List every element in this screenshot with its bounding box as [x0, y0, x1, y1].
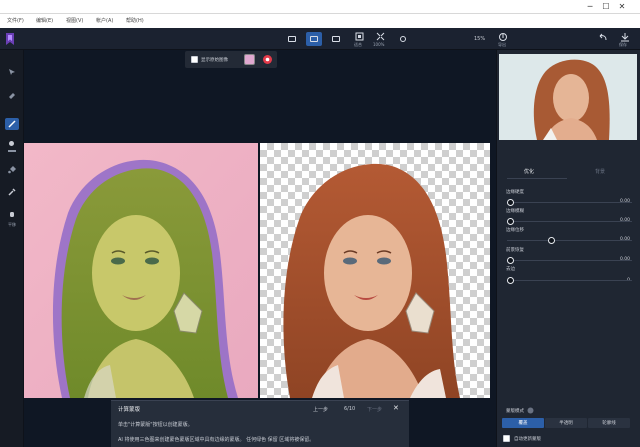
minimize-button[interactable]: ─ [584, 2, 596, 12]
eraser-tool[interactable] [5, 90, 19, 102]
show-original-checkbox[interactable] [191, 56, 198, 63]
hand-icon [10, 212, 14, 217]
save-icon[interactable] [620, 32, 630, 42]
original-image-panel[interactable] [24, 143, 258, 398]
brush-tool[interactable] [5, 118, 19, 130]
menu-bar: 文件(F) 编辑(E) 视图(V) 帐户(A) 帮助(H) [0, 14, 640, 28]
left-toolbar: 平移 [0, 50, 24, 447]
mask-mode-translucent-button[interactable]: 半透明 [545, 418, 587, 428]
tip-page-indicator: 6/10 [344, 406, 356, 412]
mask-color-swatch[interactable] [244, 54, 255, 65]
preview-thumbnail [499, 54, 637, 140]
auto-update-checkbox[interactable] [503, 435, 510, 442]
result-screen-icon [332, 36, 340, 42]
tab-divider [507, 178, 567, 179]
menu-help[interactable]: 帮助(H) [126, 17, 144, 24]
view-split-button[interactable] [306, 32, 322, 46]
fill-bucket-icon [8, 166, 16, 174]
brush-icon [8, 120, 16, 128]
slider-knob[interactable] [507, 218, 514, 225]
result-photo-cutout-image [283, 163, 460, 398]
slider-label: 前景恢复 [506, 248, 524, 253]
mask-mode-label: 蒙版模式 [506, 409, 524, 414]
fit-icon [355, 32, 363, 40]
zoom-100-label: 100% [373, 42, 385, 47]
app-logo-icon [6, 33, 14, 45]
eyedropper-icon [8, 188, 16, 196]
export-icon[interactable] [498, 32, 508, 42]
menu-edit[interactable]: 编辑(E) [36, 17, 53, 24]
canvas-subbar: 显示原始图像 [185, 51, 277, 68]
tip-prev-button[interactable]: 上一步 [313, 406, 328, 413]
top-toolbar: 适合 100% 15% 导出 保存 [0, 28, 640, 50]
gear-icon[interactable] [262, 54, 273, 65]
slider-track[interactable] [507, 218, 632, 225]
slider-track[interactable] [507, 277, 632, 284]
tab-background[interactable]: 背景 [595, 168, 605, 175]
tip-line-1: 单击"计算蒙版"按钮以创建蒙版。 [118, 422, 193, 428]
slider-label: 边缘位移 [506, 228, 524, 233]
zoom-fit-button[interactable] [351, 30, 367, 42]
menu-view[interactable]: 视图(V) [66, 17, 83, 24]
slider-knob[interactable] [507, 199, 514, 206]
slider-track[interactable] [507, 257, 632, 264]
hand-tool-label: 平移 [8, 222, 16, 227]
slider-track[interactable] [507, 237, 632, 244]
close-window-button[interactable]: ✕ [616, 2, 628, 12]
maximize-button[interactable]: ☐ [600, 2, 612, 12]
slider-track[interactable] [507, 199, 632, 206]
screen-icon [288, 36, 296, 42]
zoom-fit-label: 适合 [354, 42, 362, 47]
tab-optimize[interactable]: 优化 [524, 168, 534, 175]
brush-size-indicator [8, 150, 16, 152]
tip-panel: 计算蒙版 上一步 6/10 下一步 ✕ 单击"计算蒙版"按钮以创建蒙版。 AI … [111, 400, 409, 447]
view-result-button[interactable] [328, 32, 344, 46]
preview-photo-image [499, 54, 637, 140]
right-panel: 优化 背景 边缘硬度 0.00 边缘模糊 0.00 边缘位移 0.00 前景恢复… [496, 50, 640, 447]
mask-mode-overlay-button[interactable]: 覆盖 [502, 418, 544, 428]
auto-update-label: 自动更新蒙版 [514, 437, 541, 442]
mask-mode-outline-button[interactable]: 轮廓线 [588, 418, 630, 428]
hand-tool[interactable] [5, 208, 19, 220]
slider-knob[interactable] [507, 257, 514, 264]
result-image-panel[interactable] [260, 143, 490, 398]
zoom-value: 15% [474, 36, 486, 42]
menu-account[interactable]: 帐户(A) [96, 17, 113, 24]
menu-file[interactable]: 文件(F) [7, 17, 24, 24]
slider-label: 边缘模糊 [506, 209, 524, 214]
brush-size-icon[interactable] [9, 141, 14, 146]
zoom-slider-knob[interactable] [400, 36, 406, 42]
slider-knob[interactable] [507, 277, 514, 284]
info-icon[interactable] [527, 407, 534, 414]
export-label: 导出 [498, 42, 506, 47]
tip-close-icon[interactable]: ✕ [393, 404, 399, 412]
title-bar: ─ ☐ ✕ [0, 0, 640, 14]
eraser-icon [9, 93, 15, 99]
slider-label: 去边 [506, 267, 515, 272]
split-screen-icon [310, 36, 318, 42]
tip-next-button[interactable]: 下一步 [367, 406, 382, 413]
cursor-icon [9, 69, 15, 75]
slider-knob[interactable] [548, 237, 555, 244]
move-tool[interactable] [5, 66, 19, 78]
eyedropper-tool[interactable] [5, 186, 19, 198]
fill-tool[interactable] [5, 164, 19, 176]
view-single-button[interactable] [284, 32, 300, 46]
save-label: 保存 [619, 42, 627, 47]
tip-line-2: AI 将使用三色图来创建蒙色蒙版区域中具有边缘的蒙版。 任何绿色 保留 区域将被… [118, 437, 315, 443]
expand-icon [376, 32, 384, 40]
slider-label: 边缘硬度 [506, 190, 524, 195]
zoom-100-button[interactable] [372, 30, 388, 42]
tip-title: 计算蒙版 [118, 407, 141, 413]
undo-icon[interactable] [598, 32, 608, 42]
original-photo-mask-image [24, 143, 258, 398]
show-original-label: 显示原始图像 [201, 58, 228, 63]
